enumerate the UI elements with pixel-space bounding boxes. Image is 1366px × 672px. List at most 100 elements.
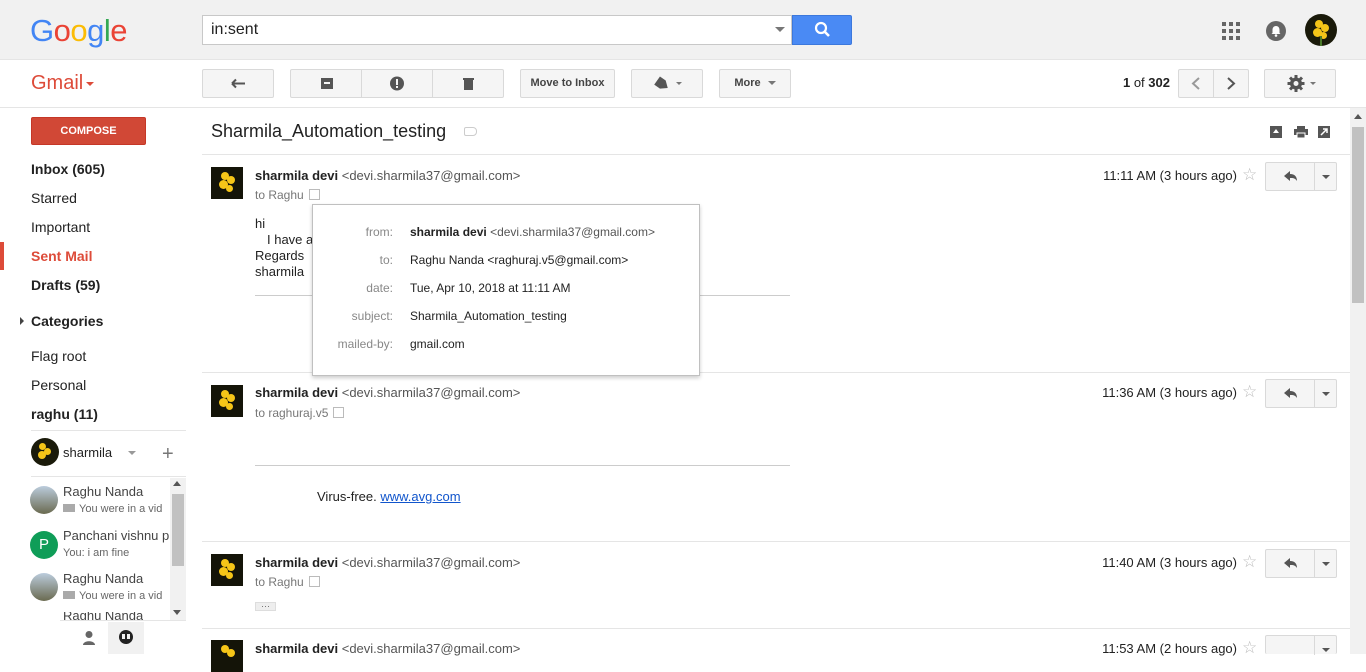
recipients-text: to Raghu: [255, 575, 304, 589]
sender-name[interactable]: sharmila devi: [255, 385, 338, 400]
chat-name[interactable]: Raghu Nanda: [63, 612, 143, 620]
labels-button[interactable]: [631, 69, 703, 98]
from-value: sharmila devi <devi.sharmila37@gmail.com…: [410, 225, 655, 239]
hangouts-user-avatar[interactable]: [31, 438, 59, 466]
message-header[interactable]: sharmila devi <devi.sharmila37@gmail.com…: [255, 168, 520, 183]
print-icon[interactable]: [1294, 126, 1308, 138]
reply-button[interactable]: [1265, 162, 1337, 191]
sender-name[interactable]: sharmila devi: [255, 168, 338, 183]
message-details-popup: from: sharmila devi <devi.sharmila37@gma…: [312, 204, 700, 376]
chat-avatar[interactable]: [30, 573, 58, 601]
thread-subject: Sharmila_Automation_testing: [211, 121, 447, 141]
message-header[interactable]: sharmila devi <devi.sharmila37@gmail.com…: [255, 385, 520, 400]
sender-avatar[interactable]: [211, 640, 243, 672]
hangouts-tab[interactable]: [108, 622, 144, 654]
nav-personal[interactable]: Personal: [31, 377, 86, 393]
star-icon[interactable]: ☆: [1242, 165, 1257, 185]
nav-important[interactable]: Important: [31, 219, 90, 235]
sender-name[interactable]: sharmila devi: [255, 555, 338, 570]
newer-button[interactable]: [1178, 69, 1214, 98]
to-value: Raghu Nanda <raghuraj.v5@gmail.com>: [410, 253, 629, 267]
more-options-caret-icon[interactable]: [1322, 562, 1330, 566]
settings-button[interactable]: [1264, 69, 1336, 98]
sender-avatar[interactable]: [211, 554, 243, 586]
back-to-sent-button[interactable]: [202, 69, 274, 98]
compose-button[interactable]: COMPOSE: [31, 117, 146, 145]
contacts-person-icon[interactable]: [82, 630, 96, 646]
main-scrollbar-thumb[interactable]: [1352, 127, 1364, 303]
chat-avatar[interactable]: [30, 486, 58, 514]
nav-categories[interactable]: Categories: [31, 313, 103, 329]
show-details-chevron-icon[interactable]: [308, 576, 320, 588]
nav-inbox[interactable]: Inbox (605): [31, 161, 105, 177]
more-caret-icon: [767, 81, 776, 86]
nav-starred[interactable]: Starred: [31, 190, 77, 206]
chat-preview: You were in a vid: [63, 590, 162, 602]
search-input[interactable]: [203, 16, 763, 44]
chat-name[interactable]: Panchani vishnu p: [63, 528, 170, 543]
sender-avatar[interactable]: [211, 167, 243, 199]
archive-icon: [321, 78, 333, 89]
more-options-caret-icon[interactable]: [1322, 392, 1330, 396]
star-icon[interactable]: ☆: [1242, 638, 1257, 658]
reply-button[interactable]: [1265, 635, 1337, 655]
account-avatar[interactable]: [1305, 14, 1337, 46]
message-time: 11:11 AM (3 hours ago): [1103, 168, 1237, 183]
new-conversation-plus-icon[interactable]: +: [162, 444, 174, 464]
chat-preview: You were in a vid: [63, 503, 162, 515]
nav-raghu[interactable]: raghu (11): [31, 406, 98, 422]
report-spam-button[interactable]: [361, 69, 433, 98]
reply-icon: [1284, 558, 1297, 568]
label-tag-icon[interactable]: [464, 127, 477, 136]
google-logo[interactable]: Google: [30, 14, 128, 48]
reply-icon: [1284, 171, 1297, 181]
gmail-menu[interactable]: Gmail: [31, 72, 83, 95]
apps-grid-icon[interactable]: [1222, 22, 1240, 40]
gear-icon: [1287, 75, 1316, 92]
star-icon[interactable]: ☆: [1242, 382, 1257, 402]
avg-link[interactable]: www.avg.com: [380, 489, 460, 504]
categories-expand-icon[interactable]: [20, 317, 24, 325]
nav-drafts[interactable]: Drafts (59): [31, 277, 100, 293]
move-to-inbox-button[interactable]: Move to Inbox: [520, 69, 615, 98]
signature-divider: [255, 465, 790, 466]
nav-flag-root[interactable]: Flag root: [31, 348, 86, 364]
star-icon[interactable]: ☆: [1242, 552, 1257, 572]
scroll-up-icon[interactable]: [173, 481, 181, 486]
open-new-window-icon[interactable]: [1318, 126, 1330, 138]
reply-button[interactable]: [1265, 549, 1337, 578]
expand-all-icon[interactable]: [1270, 126, 1282, 138]
message-divider: [202, 541, 1350, 542]
search-options-chevron-icon[interactable]: [775, 27, 785, 32]
reply-icon: [1284, 388, 1297, 398]
scroll-down-icon[interactable]: [173, 610, 181, 615]
search-icon: [814, 21, 830, 37]
chat-name[interactable]: Raghu Nanda: [63, 571, 143, 586]
recipients-line: to Raghu: [255, 575, 320, 589]
more-button[interactable]: More: [719, 69, 791, 98]
hangouts-divider: [31, 430, 186, 431]
search-button[interactable]: [792, 15, 852, 45]
sender-avatar[interactable]: [211, 385, 243, 417]
pager-current: 1: [1122, 75, 1131, 90]
show-trimmed-content-button[interactable]: ···: [255, 602, 276, 611]
delete-button[interactable]: [432, 69, 504, 98]
more-options-caret-icon[interactable]: [1322, 175, 1330, 179]
chat-scrollbar-thumb[interactable]: [172, 494, 184, 566]
message-header[interactable]: sharmila devi <devi.sharmila37@gmail.com…: [255, 555, 520, 570]
older-button[interactable]: [1213, 69, 1249, 98]
chat-list-divider: [31, 476, 186, 477]
hangouts-user-name[interactable]: sharmila: [63, 445, 112, 460]
nav-sent-mail[interactable]: Sent Mail: [31, 248, 92, 264]
hangouts-status-caret-icon[interactable]: [128, 451, 136, 455]
more-options-caret-icon[interactable]: [1322, 648, 1330, 652]
scroll-up-icon[interactable]: [1354, 114, 1362, 119]
chat-avatar[interactable]: P: [30, 531, 58, 559]
notifications-bell-icon[interactable]: [1266, 21, 1286, 41]
chat-name[interactable]: Raghu Nanda: [63, 484, 143, 499]
show-details-chevron-icon[interactable]: [308, 189, 320, 201]
gmail-caret-icon[interactable]: [86, 82, 94, 86]
reply-button[interactable]: [1265, 379, 1337, 408]
show-details-chevron-icon[interactable]: [333, 407, 345, 419]
archive-button[interactable]: [290, 69, 362, 98]
